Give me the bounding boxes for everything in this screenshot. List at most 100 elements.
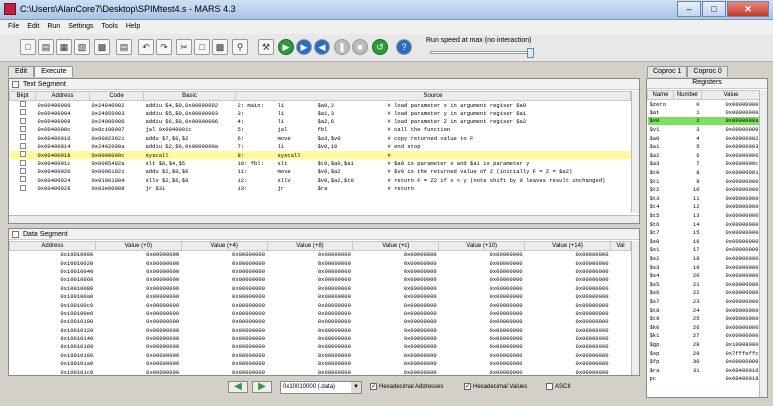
data-value-cell[interactable]: 0x00000000 bbox=[181, 301, 267, 309]
register-value[interactable]: 0x00000000 bbox=[702, 211, 760, 220]
register-value[interactable]: 0x00000000 bbox=[702, 100, 760, 109]
menu-help[interactable]: Help bbox=[126, 20, 140, 34]
data-value-cell[interactable]: 0x00000000 bbox=[181, 259, 267, 267]
breakpoint-checkbox[interactable] bbox=[19, 151, 26, 158]
data-value-cell[interactable]: 0x00000000 bbox=[181, 351, 267, 359]
data-value-cell[interactable]: 0x00000000 bbox=[181, 267, 267, 275]
table-row[interactable]: 0x0040001c 0x0085402a slt $8,$4,$5 10: fbl:… bbox=[10, 159, 631, 167]
data-value-cell[interactable]: 0x00000000 bbox=[95, 276, 181, 284]
hex-values-option[interactable]: ✓ Hexadecimal Values bbox=[464, 383, 527, 390]
data-value-cell[interactable]: 0x00000000 bbox=[267, 360, 353, 368]
ascii-option[interactable]: ASCII bbox=[546, 383, 571, 390]
data-value-cell[interactable]: 0x00000000 bbox=[267, 334, 353, 342]
save-icon[interactable]: ▦ bbox=[56, 39, 72, 55]
menu-edit[interactable]: Edit bbox=[27, 20, 39, 34]
redo-icon[interactable]: ↷ bbox=[156, 39, 172, 55]
data-value-cell[interactable]: 0x00000000 bbox=[525, 368, 611, 375]
data-value-cell[interactable]: 0x00000000 bbox=[95, 292, 181, 300]
data-value-cell[interactable]: 0x00000000 bbox=[267, 267, 353, 275]
data-value-cell[interactable]: 0x00000000 bbox=[181, 318, 267, 326]
open-file-icon[interactable]: ▤ bbox=[38, 39, 54, 55]
register-value[interactable]: 0x00400018 bbox=[702, 375, 760, 384]
register-value[interactable]: 0x00000000 bbox=[702, 228, 760, 237]
data-value-cell[interactable]: 0x00000000 bbox=[439, 267, 525, 275]
next-page-button[interactable]: ▶ bbox=[252, 381, 272, 393]
data-value-cell[interactable]: 0x00000000 bbox=[267, 343, 353, 351]
data-value-cell[interactable]: 0x00000000 bbox=[95, 318, 181, 326]
menu-file[interactable]: File bbox=[8, 20, 19, 34]
data-value-cell[interactable]: 0x00000000 bbox=[181, 276, 267, 284]
register-value[interactable]: 0x00000000 bbox=[702, 237, 760, 246]
data-value-cell[interactable]: 0x00000000 bbox=[267, 276, 353, 284]
data-value-cell[interactable]: 0x00000000 bbox=[353, 343, 439, 351]
data-value-cell[interactable]: 0x00000000 bbox=[525, 292, 611, 300]
data-value-cell[interactable]: 0x00000000 bbox=[525, 343, 611, 351]
register-value[interactable]: 0x00000000 bbox=[702, 220, 760, 229]
register-value[interactable]: 0x00000000 bbox=[702, 323, 760, 332]
data-value-cell[interactable]: 0x00000000 bbox=[267, 368, 353, 375]
register-value[interactable]: 0x00000000 bbox=[702, 125, 760, 134]
register-value[interactable]: 0x00000003 bbox=[702, 142, 760, 151]
register-value[interactable]: 0x00000000 bbox=[702, 280, 760, 289]
data-value-cell[interactable]: 0x00000000 bbox=[439, 292, 525, 300]
breakpoint-checkbox[interactable] bbox=[19, 176, 26, 183]
hex-values-checkbox[interactable]: ✓ bbox=[464, 383, 471, 390]
data-value-cell[interactable]: 0x00000000 bbox=[267, 326, 353, 334]
data-value-cell[interactable]: 0x00000000 bbox=[267, 301, 353, 309]
minimize-button[interactable]: – bbox=[677, 1, 701, 17]
data-value-cell[interactable]: 0x00000000 bbox=[267, 284, 353, 292]
data-value-cell[interactable]: 0x00000000 bbox=[181, 334, 267, 342]
text-segment-checkbox[interactable] bbox=[12, 81, 19, 88]
data-segment-vscroll[interactable] bbox=[631, 241, 639, 375]
table-row[interactable]: 0x00400028 0x03e00008 jr $31 13: jr $ra # retu… bbox=[10, 184, 631, 193]
slider-thumb[interactable] bbox=[527, 48, 534, 58]
register-value[interactable]: 0x0000000c bbox=[702, 160, 760, 169]
data-value-cell[interactable]: 0x00000000 bbox=[353, 326, 439, 334]
register-value[interactable]: 0x00000000 bbox=[702, 177, 760, 186]
data-value-cell[interactable]: 0x00000000 bbox=[525, 284, 611, 292]
register-value[interactable]: 0x00000000 bbox=[702, 289, 760, 298]
assemble-icon[interactable]: ⚒ bbox=[258, 39, 274, 55]
register-value[interactable]: 0x00000000 bbox=[702, 108, 760, 117]
table-row[interactable]: 0x00400024 0x01061004 sllv $2,$6,$8 12: sllv… bbox=[10, 176, 631, 184]
breakpoint-checkbox[interactable] bbox=[19, 142, 26, 149]
data-value-cell[interactable]: 0x00000000 bbox=[439, 368, 525, 375]
data-value-cell[interactable]: 0x00000000 bbox=[439, 318, 525, 326]
table-row[interactable]: 0x00400004 0x24050003 addiu $5,$0,0x000000… bbox=[10, 109, 631, 117]
table-row[interactable]: 0x00400020 0x00061021 addu $2,$0,$6 11: move… bbox=[10, 167, 631, 176]
breakpoint-checkbox[interactable] bbox=[19, 184, 26, 191]
data-value-cell[interactable]: 0x00000000 bbox=[95, 343, 181, 351]
menu-settings[interactable]: Settings bbox=[68, 20, 93, 34]
data-value-cell[interactable]: 0x00000000 bbox=[439, 301, 525, 309]
breakpoint-checkbox[interactable] bbox=[19, 101, 26, 107]
data-value-cell[interactable]: 0x00000000 bbox=[439, 251, 525, 259]
data-value-cell[interactable]: 0x00000000 bbox=[95, 251, 181, 259]
register-value[interactable]: 0x00000000 bbox=[702, 306, 760, 315]
table-row[interactable]: 0x0040000c 0x0c100007 jal 0x0040001c 5: jal f… bbox=[10, 125, 631, 134]
data-value-cell[interactable]: 0x00000000 bbox=[525, 360, 611, 368]
data-value-cell[interactable]: 0x00000000 bbox=[525, 309, 611, 317]
hex-addresses-checkbox[interactable]: ✓ bbox=[370, 383, 377, 390]
hex-addresses-option[interactable]: ✓ Hexadecimal Addresses bbox=[370, 383, 443, 390]
paste-icon[interactable]: ▩ bbox=[212, 39, 228, 55]
data-value-cell[interactable]: 0x00000000 bbox=[181, 292, 267, 300]
data-value-cell[interactable]: 0x00000000 bbox=[353, 368, 439, 375]
register-value[interactable]: 0x00000000 bbox=[702, 297, 760, 306]
data-value-cell[interactable]: 0x00000000 bbox=[95, 351, 181, 359]
data-segment-checkbox[interactable] bbox=[12, 231, 19, 238]
data-value-cell[interactable]: 0x00000000 bbox=[181, 368, 267, 375]
data-value-cell[interactable]: 0x00000000 bbox=[95, 309, 181, 317]
register-value[interactable]: 0x00000000 bbox=[702, 246, 760, 255]
data-value-cell[interactable]: 0x00000000 bbox=[353, 267, 439, 275]
data-value-cell[interactable]: 0x00000000 bbox=[439, 334, 525, 342]
data-value-cell[interactable]: 0x00000000 bbox=[267, 351, 353, 359]
register-value[interactable]: 0x00000006 bbox=[702, 151, 760, 160]
register-value[interactable]: 0x00000000 bbox=[702, 271, 760, 280]
tab-edit[interactable]: Edit bbox=[8, 66, 35, 77]
ascii-checkbox[interactable] bbox=[546, 383, 553, 390]
breakpoint-checkbox[interactable] bbox=[19, 109, 26, 116]
data-value-cell[interactable]: 0x00000000 bbox=[439, 284, 525, 292]
data-value-cell[interactable]: 0x00000000 bbox=[439, 309, 525, 317]
data-value-cell[interactable]: 0x00000000 bbox=[181, 326, 267, 334]
breakpoint-checkbox[interactable] bbox=[19, 125, 26, 132]
